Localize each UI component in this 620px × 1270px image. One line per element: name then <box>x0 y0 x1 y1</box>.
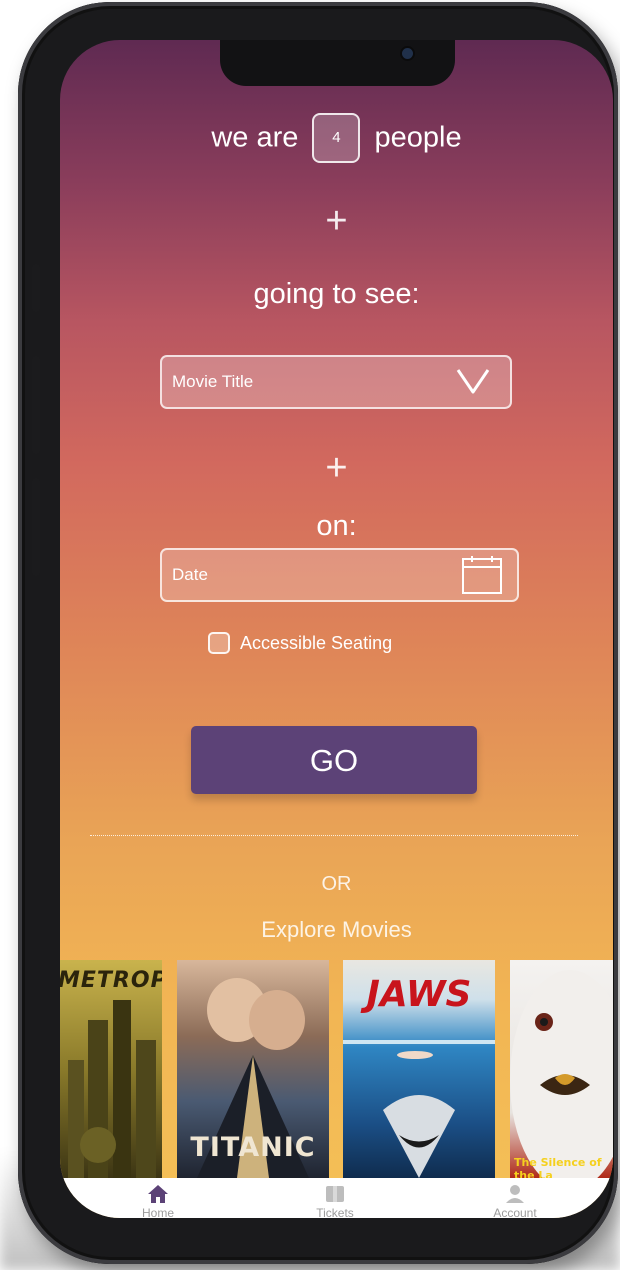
explore-movies-link[interactable]: Explore Movies <box>60 917 613 943</box>
home-icon <box>148 1185 168 1203</box>
bottom-tab-bar: Home Tickets Account <box>60 1178 613 1218</box>
movie-poster-carousel[interactable]: METROPOLIS TITANIC JAWS <box>60 960 613 1178</box>
people-count-input[interactable]: 4 <box>312 113 361 163</box>
movie-title-placeholder: Movie Title <box>172 372 254 391</box>
account-icon <box>506 1185 524 1203</box>
face-moth-illustration <box>510 970 613 1178</box>
tab-tickets[interactable]: Tickets <box>260 1178 410 1218</box>
movie-title-select[interactable]: Movie Title <box>160 355 512 409</box>
going-to-see-label: going to see: <box>253 278 420 310</box>
phone-frame: we are 4 people + going to see: Movie Ti… <box>18 2 618 1264</box>
ticket-icon <box>326 1186 344 1202</box>
notch <box>220 40 455 86</box>
chevron-down-icon <box>456 369 490 394</box>
movie-poster[interactable]: The Silence of the La <box>510 960 613 1178</box>
poster-title: METROPOLIS <box>60 968 162 993</box>
poster-title: The Silence of the La <box>514 1156 602 1178</box>
plus-icon: + <box>325 447 348 489</box>
camera-icon <box>402 48 413 59</box>
poster-title: JAWS <box>366 974 472 1015</box>
accessible-seating-label: Accessible Seating <box>240 632 393 653</box>
people-prefix-text: we are <box>211 121 299 154</box>
movie-poster[interactable]: METROPOLIS <box>60 960 162 1178</box>
people-count-row: we are 4 people <box>60 113 613 163</box>
movie-poster[interactable]: JAWS <box>343 960 495 1178</box>
tab-home[interactable]: Home <box>83 1178 233 1218</box>
or-text: OR <box>321 873 352 895</box>
divider <box>90 835 578 836</box>
tab-label: Tickets <box>316 1206 354 1218</box>
tab-account[interactable]: Account <box>440 1178 590 1218</box>
date-field[interactable]: Date <box>160 548 519 602</box>
tab-label: Account <box>493 1206 537 1218</box>
volume-down-button <box>32 478 40 576</box>
accessible-seating-checkbox[interactable] <box>208 632 230 655</box>
plus-icon: + <box>325 200 348 242</box>
poster-title: TITANIC <box>190 1132 316 1163</box>
date-placeholder: Date <box>172 565 208 584</box>
people-suffix-text: people <box>374 121 462 154</box>
tab-label: Home <box>141 1206 174 1218</box>
on-label: on: <box>316 510 357 542</box>
go-button[interactable]: GO <box>191 726 477 794</box>
movie-poster[interactable]: TITANIC <box>177 960 329 1178</box>
accessible-seating-row[interactable]: Accessible Seating <box>208 632 393 655</box>
volume-up-button <box>32 356 40 454</box>
calendar-icon[interactable] <box>461 555 503 595</box>
mute-switch <box>32 264 40 312</box>
app-screen: we are 4 people + going to see: Movie Ti… <box>60 40 613 1218</box>
